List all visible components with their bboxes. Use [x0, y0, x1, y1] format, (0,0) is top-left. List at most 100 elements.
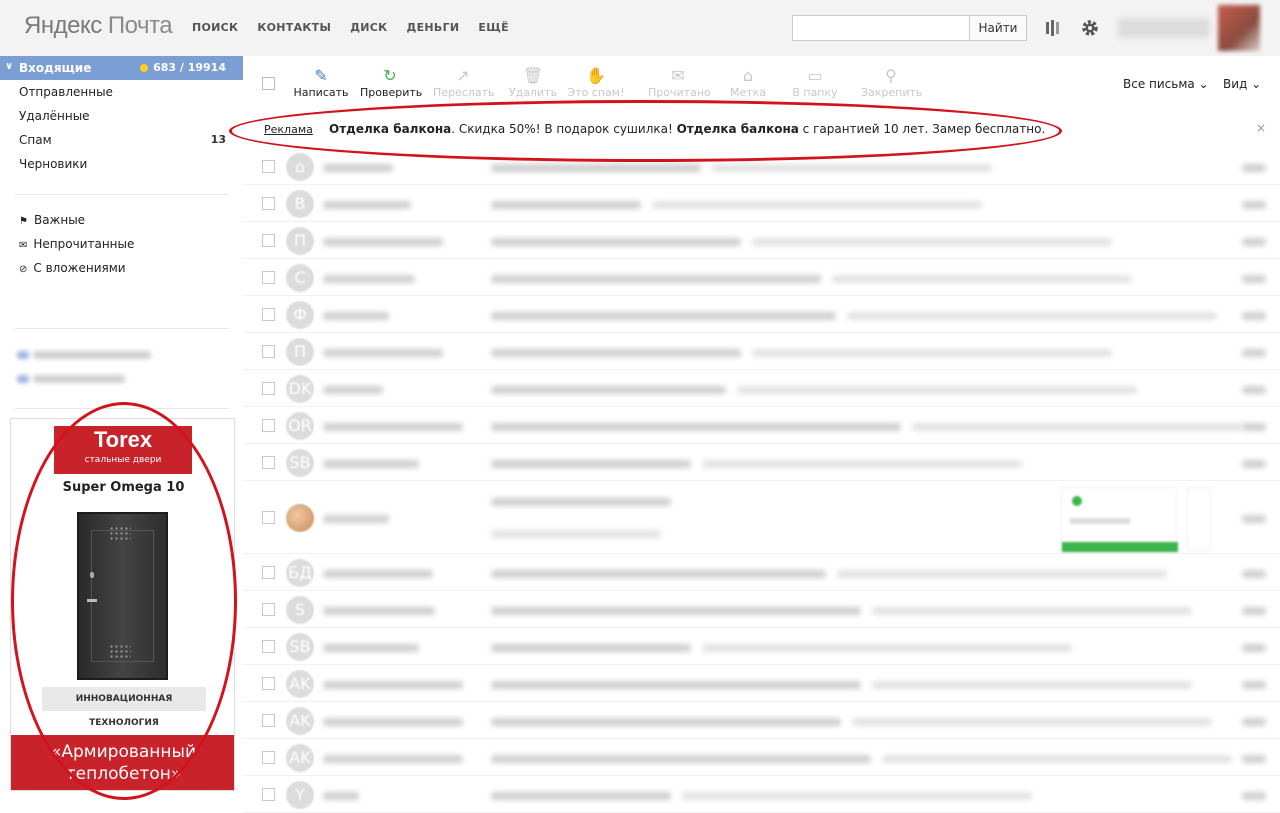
mail-row[interactable]: П — [243, 333, 1280, 370]
pin-button[interactable]: ⚲ Закрепить — [861, 66, 922, 99]
mail-checkbox[interactable] — [262, 160, 275, 173]
door-model: Super Omega 10 — [62, 480, 185, 495]
mail-checkbox[interactable] — [262, 234, 275, 247]
mail-row[interactable]: БД — [243, 554, 1280, 591]
mail-row[interactable] — [243, 481, 1280, 554]
sender-avatar[interactable]: S — [286, 596, 314, 624]
top-nav: ПОИСК КОНТАКТЫ ДИСК ДЕНЬГИ ЕЩЁ — [192, 21, 509, 34]
all-mail-dropdown[interactable]: Все письма ⌄ — [1123, 77, 1209, 91]
unread-dot-icon[interactable] — [140, 64, 148, 72]
ad-banner[interactable]: Реклама Отделка балкона. Скидка 50%! В п… — [243, 115, 1280, 145]
date-blurred — [1234, 752, 1266, 765]
mail-row[interactable]: П — [243, 222, 1280, 259]
sender-avatar[interactable]: П — [286, 227, 314, 255]
mail-row[interactable]: Ф — [243, 296, 1280, 333]
select-all-checkbox[interactable] — [262, 77, 275, 90]
side-ad[interactable]: Torex стальные двери Super Omega 10 ИННО… — [10, 418, 235, 791]
sender-avatar[interactable]: AK — [286, 670, 314, 698]
mail-checkbox[interactable] — [262, 566, 275, 579]
mail-checkbox[interactable] — [262, 788, 275, 801]
folder-label: Удалённые — [19, 109, 90, 123]
gear-icon[interactable] — [1080, 18, 1100, 38]
attachment-preview[interactable] — [1061, 487, 1178, 553]
mail-row[interactable]: AK — [243, 665, 1280, 702]
view-dropdown[interactable]: Вид ⌄ — [1223, 77, 1261, 91]
close-icon[interactable]: × — [1256, 121, 1266, 135]
nav-disk[interactable]: ДИСК — [350, 21, 387, 34]
mail-checkbox[interactable] — [262, 271, 275, 284]
spam-button[interactable]: ✋ Это спам! — [566, 66, 626, 99]
delete-button[interactable]: 🗑 Удалить — [503, 66, 563, 99]
mark-read-button[interactable]: ✉ Прочитано — [648, 66, 711, 99]
attachment-action[interactable] — [1187, 487, 1211, 551]
sidebar-item-spam[interactable]: Спам 13 — [0, 128, 243, 152]
avatar[interactable] — [1218, 5, 1260, 51]
mail-checkbox[interactable] — [262, 511, 275, 524]
sender-avatar[interactable]: Y — [286, 781, 314, 809]
mail-checkbox[interactable] — [262, 419, 275, 432]
sender-avatar[interactable]: DK — [286, 375, 314, 403]
mail-row[interactable]: AK — [243, 739, 1280, 776]
sender-avatar[interactable]: OR — [286, 412, 314, 440]
mail-checkbox[interactable] — [262, 456, 275, 469]
mail-checkbox[interactable] — [262, 197, 275, 210]
nav-money[interactable]: ДЕНЬГИ — [406, 21, 459, 34]
sender-avatar[interactable]: SB — [286, 633, 314, 661]
sidebar-item-sent[interactable]: Отправленные — [0, 80, 243, 104]
mail-row[interactable]: Y — [243, 776, 1280, 813]
sender-avatar[interactable]: С — [286, 264, 314, 292]
filter-important[interactable]: ⚑ Важные — [19, 213, 85, 227]
mail-checkbox[interactable] — [262, 751, 275, 764]
move-to-folder-button[interactable]: ▭ В папку — [785, 66, 845, 99]
ad-text[interactable]: Отделка балкона. Скидка 50%! В подарок с… — [329, 122, 1045, 136]
ad-bottom-line1: «Армированный — [50, 742, 197, 762]
sender-avatar[interactable]: AK — [286, 744, 314, 772]
mail-checkbox[interactable] — [262, 308, 275, 321]
filter-attachments[interactable]: ⊘ С вложениями — [19, 261, 126, 275]
mail-checkbox[interactable] — [262, 382, 275, 395]
refresh-button[interactable]: ↻ Проверить — [360, 66, 422, 99]
mail-row[interactable]: SB — [243, 444, 1280, 481]
nav-more[interactable]: ЕЩЁ — [478, 21, 509, 34]
sidebar-item-drafts[interactable]: Черновики — [0, 152, 243, 176]
mail-row[interactable]: В — [243, 185, 1280, 222]
sidebar-item-deleted[interactable]: Удалённые — [0, 104, 243, 128]
mail-checkbox[interactable] — [262, 714, 275, 727]
sender-avatar[interactable]: Ф — [286, 301, 314, 329]
nav-contacts[interactable]: КОНТАКТЫ — [257, 21, 331, 34]
filter-unread[interactable]: ✉ Непрочитанные — [19, 237, 134, 251]
theme-icon[interactable] — [1044, 18, 1064, 38]
sender-avatar[interactable]: БД — [286, 559, 314, 587]
sender-name-blurred — [323, 161, 473, 174]
sidebar-item-inbox[interactable]: ∨ Входящие 683 / 19914 — [0, 56, 243, 80]
mail-checkbox[interactable] — [262, 603, 275, 616]
sender-avatar[interactable] — [286, 504, 314, 532]
mail-row[interactable]: AK — [243, 702, 1280, 739]
mail-checkbox[interactable] — [262, 677, 275, 690]
sender-avatar[interactable]: AK — [286, 707, 314, 735]
hand-icon: ✋ — [586, 66, 606, 85]
ad-label[interactable]: Реклама — [264, 123, 313, 136]
search-input[interactable] — [792, 15, 970, 41]
user-name[interactable] — [1118, 18, 1210, 38]
account-item[interactable] — [17, 348, 151, 361]
sender-avatar[interactable]: П — [286, 338, 314, 366]
mail-row[interactable]: DK — [243, 370, 1280, 407]
mail-row[interactable]: SB — [243, 628, 1280, 665]
search-button[interactable]: Найти — [969, 15, 1027, 41]
account-item[interactable] — [17, 372, 125, 385]
sender-avatar[interactable]: В — [286, 190, 314, 218]
sender-avatar[interactable]: SB — [286, 449, 314, 477]
compose-button[interactable]: ✎ Написать — [291, 66, 351, 99]
logo[interactable]: Яндекс Почта — [24, 12, 173, 40]
mail-checkbox[interactable] — [262, 640, 275, 653]
mail-row[interactable]: S — [243, 591, 1280, 628]
forward-button[interactable]: ↗ Переслать — [433, 66, 495, 99]
mail-checkbox[interactable] — [262, 345, 275, 358]
mail-row[interactable]: ⌂ — [243, 148, 1280, 185]
mail-row[interactable]: С — [243, 259, 1280, 296]
label-button[interactable]: ⌂ Метка — [718, 66, 778, 99]
nav-search[interactable]: ПОИСК — [192, 21, 238, 34]
mail-row[interactable]: OR — [243, 407, 1280, 444]
sender-avatar[interactable]: ⌂ — [286, 153, 314, 181]
